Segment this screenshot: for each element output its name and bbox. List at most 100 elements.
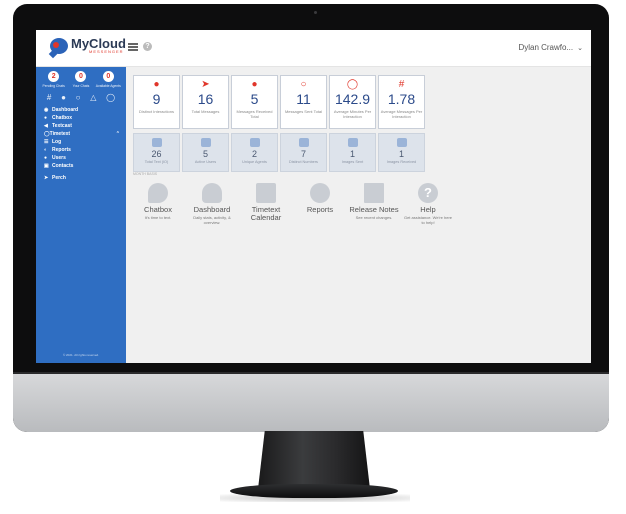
stat-card-secondary[interactable]: 5 Active Users — [182, 133, 229, 172]
chart-icon: ◐ — [44, 147, 48, 153]
chat-outline-icon: ○ — [300, 79, 307, 90]
stat-label: Active Users — [194, 160, 217, 164]
stat-value: 5 — [202, 149, 208, 159]
chat-icon: ● — [44, 115, 48, 121]
shortcut-subtitle: See recent changes. — [355, 215, 393, 220]
stat-card-secondary[interactable]: 1 Images Received — [378, 133, 425, 172]
stat-label: Average Messages Per Interaction — [380, 109, 423, 119]
counter-label: Your Chats — [72, 84, 90, 88]
shortcut-reports[interactable]: Reports — [295, 183, 345, 225]
stat-card[interactable]: ◯ 142.9 Average Minutes Per Interaction — [329, 75, 376, 129]
user-name: Dylan Crawfo... — [518, 43, 574, 52]
sidebar-item-label: Textcast — [52, 123, 72, 129]
stat-label: Distinct Numbers — [289, 160, 318, 164]
sidebar-counters: 2 Pending Chats 0 Your Chats 0 Available… — [36, 67, 126, 88]
sidebar-item-log[interactable]: ☰ Log — [36, 138, 126, 146]
calendar-icon — [256, 183, 276, 203]
counter-badge: 0 — [102, 71, 114, 82]
top-bar: MyCloud MESSENGER ? Dylan Crawfo... ⌄ — [36, 30, 591, 67]
sidebar: 2 Pending Chats 0 Your Chats 0 Available… — [36, 67, 126, 363]
stat-value: 5 — [250, 91, 259, 107]
sidebar-item-timetext[interactable]: ◯Timetext ⌃ — [36, 130, 126, 138]
stat-label: Images Received — [386, 160, 417, 164]
stat-label: Messages Received Total — [236, 109, 273, 119]
logo-subtitle: MESSENGER — [89, 49, 124, 54]
copyright: © 2021. All rights reserved. — [62, 353, 100, 357]
stats-row: ● 9 Distinct Interactions ➤ 16 Total Mes… — [133, 75, 427, 129]
stat-card[interactable]: ➤ 16 Total Messages — [182, 75, 229, 129]
shortcut-dashboard[interactable]: Dashboard Daily stats, activity, & overv… — [187, 183, 237, 225]
counter-label: Available Agents — [95, 84, 121, 88]
stats-row-secondary: 26 Total Text (IO) 5 Active Users 2 Uniq… — [133, 133, 427, 172]
clock-icon: ◯ — [346, 79, 359, 90]
sidebar-item-textcast[interactable]: ◀ Textcast — [36, 122, 126, 130]
user-icon[interactable]: ● — [61, 93, 66, 102]
logo-text: MyCloud MESSENGER — [71, 37, 126, 54]
sidebar-item-chatbox[interactable]: ● Chatbox — [36, 114, 126, 122]
sidebar-item-perch[interactable]: ➤ Perch — [36, 174, 126, 182]
stat-card-secondary[interactable]: 26 Total Text (IO) — [133, 133, 180, 172]
menu-icon[interactable] — [128, 43, 138, 51]
warning-icon[interactable]: △ — [90, 93, 96, 102]
shortcut-release-notes[interactable]: Release Notes See recent changes. — [349, 183, 399, 225]
shortcut-timetext-calendar[interactable]: Timetext Calendar — [241, 183, 291, 225]
bird-icon: ➤ — [44, 175, 49, 181]
sidebar-item-label: Dashboard — [52, 107, 79, 113]
monitor-chin — [13, 372, 609, 432]
shortcut-title: Reports — [306, 205, 334, 214]
counter-your-chats[interactable]: 0 Your Chats — [68, 71, 94, 88]
counter-pending-chats[interactable]: 2 Pending Chats — [41, 71, 67, 88]
stat-card[interactable]: # 1.78 Average Messages Per Interaction — [378, 75, 425, 129]
counter-available-agents[interactable]: 0 Available Agents — [95, 71, 121, 88]
stat-label: Total Text (IO) — [144, 160, 169, 164]
chat-icon — [148, 183, 168, 203]
counter-badge: 2 — [48, 71, 60, 82]
hash-icon: # — [398, 79, 405, 90]
stat-label: Total Messages — [191, 109, 220, 114]
user-menu[interactable]: Dylan Crawfo... ⌄ — [518, 43, 583, 52]
counter-badge: 0 — [75, 71, 87, 82]
sidebar-item-reports[interactable]: ◐ Reports — [36, 146, 126, 154]
dashboard-icon: ◉ — [44, 107, 49, 113]
chat-icon — [298, 138, 309, 147]
sidebar-icon-row: # ● ○ △ ◯ — [36, 88, 126, 104]
sidebar-item-dashboard[interactable]: ◉ Dashboard — [36, 106, 126, 114]
notes-icon — [364, 183, 384, 203]
stat-label: Messages Sent Total — [284, 109, 323, 114]
shortcut-subtitle: It's time to text. — [144, 215, 172, 220]
counter-label: Pending Chats — [42, 84, 65, 88]
attachment-icon — [347, 138, 358, 147]
stat-card[interactable]: ○ 11 Messages Sent Total — [280, 75, 327, 129]
stat-card[interactable]: ● 5 Messages Received Total — [231, 75, 278, 129]
stat-value: 142.9 — [334, 91, 371, 107]
clock-icon[interactable]: ◯ — [106, 93, 115, 102]
users-icon: ● — [44, 155, 48, 161]
chat-icon[interactable]: ○ — [76, 93, 81, 102]
hash-icon[interactable]: # — [47, 93, 51, 102]
sidebar-item-label: Timetext — [49, 131, 71, 137]
stat-card-secondary[interactable]: 7 Distinct Numbers — [280, 133, 327, 172]
app-logo[interactable]: MyCloud MESSENGER — [50, 37, 126, 54]
stat-card-secondary[interactable]: 2 Unique Agents — [231, 133, 278, 172]
stat-value: 1 — [349, 149, 355, 159]
shortcut-title: Dashboard — [193, 205, 231, 214]
chevron-up-icon: ⌃ — [115, 131, 120, 137]
stat-label: Average Minutes Per Interaction — [333, 109, 372, 119]
sidebar-nav: ◉ Dashboard ● Chatbox ◀ Textcast ◯Timetext ⌃… — [36, 106, 126, 182]
stat-value: 11 — [296, 91, 311, 107]
shortcut-subtitle: Daily stats, activity, & overview. — [193, 215, 231, 225]
sidebar-item-contacts[interactable]: ▣ Contacts — [36, 162, 126, 170]
stat-value: 9 — [152, 91, 161, 107]
megaphone-icon: ◀ — [44, 123, 48, 129]
stat-card-secondary[interactable]: 1 Images Sent — [329, 133, 376, 172]
logo-bubble-icon — [50, 37, 68, 54]
help-icon[interactable]: ? — [143, 42, 152, 51]
stat-value: 16 — [197, 91, 214, 107]
stat-value: 1 — [398, 149, 404, 159]
sidebar-item-users[interactable]: ● Users — [36, 154, 126, 162]
shortcut-help[interactable]: ? Help Get assistance. We're here to hel… — [403, 183, 453, 225]
stat-label: Unique Agents — [242, 160, 267, 164]
sidebar-item-label: Log — [52, 139, 62, 145]
stat-card[interactable]: ● 9 Distinct Interactions — [133, 75, 180, 129]
shortcut-chatbox[interactable]: Chatbox It's time to text. — [133, 183, 183, 225]
